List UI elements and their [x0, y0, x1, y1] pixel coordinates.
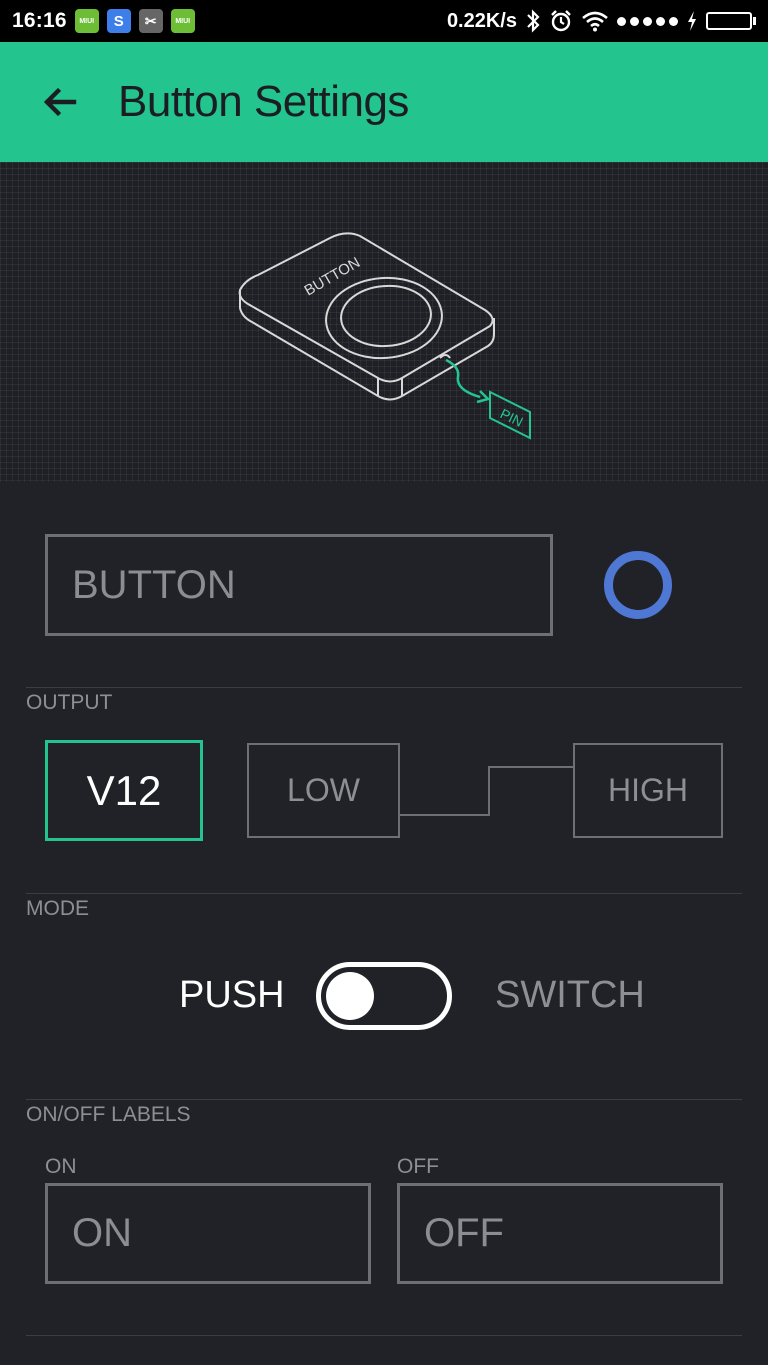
mode-switch-label: SWITCH — [495, 974, 645, 1016]
bluetooth-icon — [525, 9, 541, 33]
pin-selector[interactable]: V12 — [45, 740, 203, 841]
pin-value: V12 — [86, 766, 162, 814]
divider — [26, 1099, 742, 1100]
illustration-button-text: BUTTON — [302, 254, 364, 299]
on-field-label: ON — [45, 1155, 77, 1178]
miui-store-icon: MIUI — [74, 9, 99, 33]
back-button[interactable] — [20, 62, 100, 142]
button-illustration: BUTTON PIN — [238, 232, 531, 440]
status-bar: 16:16 MIUI S ✂ MIUI 0.22K/s — [0, 0, 768, 42]
charging-icon — [686, 10, 698, 32]
skype-icon: S — [106, 9, 131, 33]
signal-step-line — [400, 766, 573, 816]
output-section-label: OUTPUT — [26, 691, 113, 714]
on-label-value: ON — [72, 1211, 132, 1255]
color-picker-button[interactable] — [604, 551, 672, 619]
app-icon: ✂ — [138, 9, 163, 33]
app-bar: Button Settings — [0, 42, 768, 162]
status-left: 16:16 MIUI S ✂ MIUI — [12, 9, 195, 33]
status-right: 0.22K/s — [447, 9, 756, 33]
labels-section-label: ON/OFF LABELS — [26, 1103, 191, 1126]
widget-illustration: BUTTON PIN — [0, 162, 768, 482]
miui-store-icon-2: MIUI — [170, 9, 195, 33]
pin-tag: PIN — [489, 390, 531, 440]
network-speed: 0.22K/s — [446, 9, 517, 32]
divider — [26, 893, 742, 894]
mode-toggle[interactable] — [316, 962, 452, 1030]
mode-row: PUSH SWITCH — [0, 962, 768, 1032]
wifi-icon — [581, 10, 609, 32]
signal-icon — [617, 16, 678, 26]
divider — [26, 1335, 742, 1336]
illustration-pin-text: PIN — [498, 405, 526, 430]
alarm-icon — [549, 9, 573, 33]
on-label-input[interactable]: ON — [45, 1183, 371, 1284]
off-field-label: OFF — [397, 1155, 439, 1178]
off-label-value: OFF — [424, 1211, 504, 1255]
toggle-knob — [326, 972, 374, 1020]
widget-name-value: BUTTON — [72, 562, 236, 607]
high-value-label: HIGH — [608, 772, 688, 808]
low-value-field[interactable]: LOW — [247, 743, 400, 838]
battery-icon — [706, 12, 756, 30]
high-value-field[interactable]: HIGH — [573, 743, 723, 838]
mode-section-label: MODE — [26, 897, 89, 920]
page-title: Button Settings — [118, 77, 409, 126]
arrow-left-icon — [43, 87, 77, 117]
status-time: 16:16 — [12, 9, 67, 32]
divider — [26, 687, 742, 688]
low-value-label: LOW — [287, 772, 360, 808]
mode-push-label: PUSH — [179, 974, 285, 1016]
off-label-input[interactable]: OFF — [397, 1183, 723, 1284]
widget-name-input[interactable]: BUTTON — [45, 534, 553, 636]
